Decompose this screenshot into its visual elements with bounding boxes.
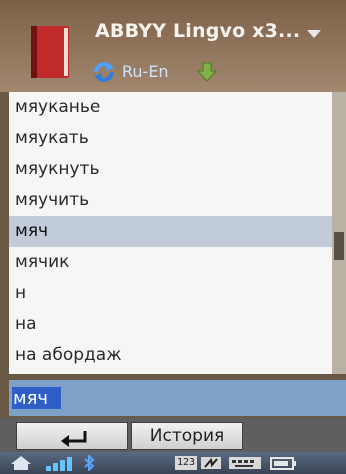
menu-dropdown-icon[interactable]: [306, 29, 322, 39]
book-app-icon: [31, 26, 69, 78]
home-icon[interactable]: [10, 455, 32, 471]
app-header: ABBYY Lingvo x3... Ru-En: [0, 0, 346, 92]
scroll-thumb[interactable]: [334, 232, 344, 260]
search-row: [9, 380, 346, 416]
list-item[interactable]: н: [9, 278, 332, 309]
list-item[interactable]: на: [9, 309, 332, 340]
app-title[interactable]: ABBYY Lingvo x3...: [95, 20, 300, 42]
language-pair-label[interactable]: Ru-En: [122, 62, 169, 81]
down-arrow-icon[interactable]: [197, 62, 217, 82]
list-item[interactable]: мячик: [9, 247, 332, 278]
list-item[interactable]: мяукать: [9, 123, 332, 154]
softkey-bar: История: [0, 418, 346, 452]
back-arrow-icon: [61, 431, 87, 447]
signal-icon: [46, 457, 72, 471]
list-item[interactable]: мяучить: [9, 185, 332, 216]
list-item[interactable]: мяуканье: [9, 92, 332, 123]
bluetooth-icon: [84, 455, 95, 471]
list-item[interactable]: мяукнуть: [9, 154, 332, 185]
input-mode-indicator[interactable]: 123: [175, 456, 198, 470]
back-button[interactable]: [16, 422, 128, 450]
word-list[interactable]: мяуканье мяукать мяукнуть мяучить мяч мя…: [9, 92, 332, 374]
scrollbar[interactable]: [332, 92, 346, 374]
status-bar: 123: [0, 452, 346, 474]
list-item-selected[interactable]: мяч: [9, 216, 332, 247]
keyboard-icon[interactable]: [228, 455, 262, 471]
list-item[interactable]: на абордаж: [9, 340, 332, 371]
history-button[interactable]: История: [131, 422, 243, 450]
battery-icon: [270, 457, 296, 470]
input-mode-icon[interactable]: [200, 455, 222, 471]
refresh-icon[interactable]: [92, 60, 116, 84]
search-input[interactable]: [13, 386, 333, 410]
